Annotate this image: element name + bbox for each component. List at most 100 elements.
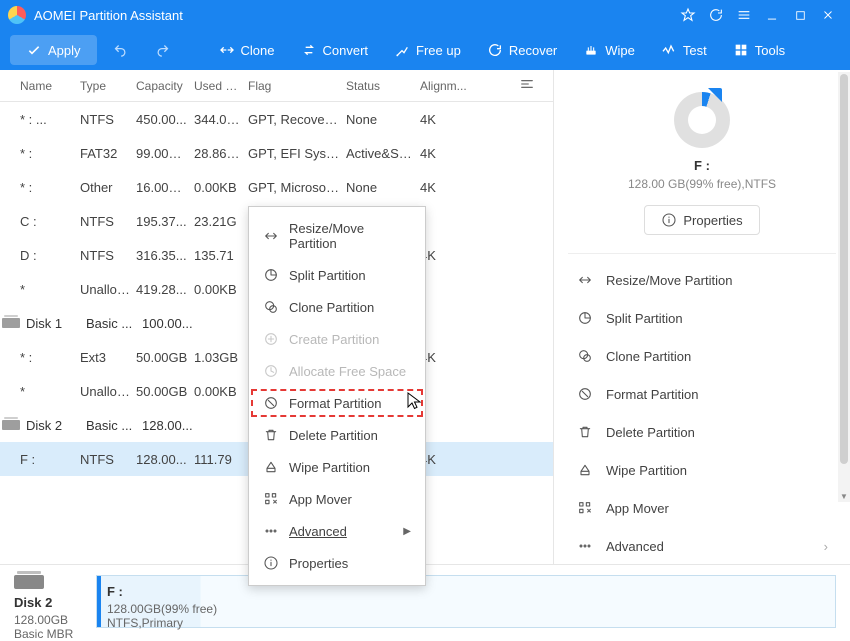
side-wipe[interactable]: Wipe Partition	[568, 452, 836, 488]
ctx-delete[interactable]: Delete Partition	[249, 419, 425, 451]
ctx-create: Create Partition	[249, 323, 425, 355]
ctx-appmover[interactable]: App Mover	[249, 483, 425, 515]
partition-title: F :	[107, 584, 825, 599]
side-actions: Resize/Move Partition Split Partition Cl…	[554, 262, 850, 564]
partition-line1: 128.00GB(99% free)	[107, 602, 825, 616]
check-icon	[26, 42, 42, 58]
ctx-wipe[interactable]: Wipe Partition	[249, 451, 425, 483]
apply-button[interactable]: Apply	[10, 35, 97, 65]
test-button[interactable]: Test	[651, 36, 717, 64]
table-row[interactable]: * :Other16.00MB0.00KBGPT, Microsoft ...N…	[0, 170, 553, 204]
tools-button[interactable]: Tools	[723, 36, 795, 64]
resize-icon	[576, 271, 594, 289]
freeup-icon	[394, 42, 410, 58]
wipe-partition-icon	[576, 461, 594, 479]
col-capacity[interactable]: Capacity	[136, 79, 194, 93]
properties-label: Properties	[683, 213, 742, 228]
disk-summary-card[interactable]: Disk 2 128.00GB Basic MBR	[14, 575, 84, 628]
favorite-button[interactable]	[674, 1, 702, 29]
freeup-label: Free up	[416, 43, 461, 58]
side-clone[interactable]: Clone Partition	[568, 338, 836, 374]
tools-icon	[733, 42, 749, 58]
side-panel: F : 128.00 GB(99% free),NTFS Properties …	[554, 70, 850, 564]
side-delete[interactable]: Delete Partition	[568, 414, 836, 450]
refresh-button[interactable]	[702, 1, 730, 29]
title-bar: AOMEI Partition Assistant	[0, 0, 850, 30]
ctx-advanced[interactable]: Advanced▶	[249, 515, 425, 547]
undo-icon	[113, 42, 129, 58]
clone-label: Clone	[241, 43, 275, 58]
recover-button[interactable]: Recover	[477, 36, 567, 64]
format-icon	[263, 395, 279, 411]
menu-button[interactable]	[730, 1, 758, 29]
info-icon	[263, 555, 279, 571]
table-row[interactable]: * :FAT3299.00MB28.86MBGPT, EFI Syste...A…	[0, 136, 553, 170]
context-menu: Resize/Move Partition Split Partition Cl…	[248, 206, 426, 586]
convert-icon	[301, 42, 317, 58]
scroll-down-icon[interactable]: ▼	[838, 490, 850, 502]
freeup-button[interactable]: Free up	[384, 36, 471, 64]
split-icon	[263, 267, 279, 283]
resize-icon	[263, 228, 279, 244]
disk-size: 128.00GB	[14, 613, 84, 627]
selected-drive-info: 128.00 GB(99% free),NTFS	[554, 177, 850, 191]
format-icon	[576, 385, 594, 403]
col-name[interactable]: Name	[20, 79, 80, 93]
close-button[interactable]	[814, 1, 842, 29]
side-format[interactable]: Format Partition	[568, 376, 836, 412]
recover-label: Recover	[509, 43, 557, 58]
side-split[interactable]: Split Partition	[568, 300, 836, 336]
redo-button[interactable]	[145, 36, 181, 64]
col-used[interactable]: Used S...	[194, 79, 248, 93]
side-advanced[interactable]: Advanced›	[568, 528, 836, 564]
side-resize[interactable]: Resize/Move Partition	[568, 262, 836, 298]
convert-button[interactable]: Convert	[291, 36, 379, 64]
clone-icon	[263, 299, 279, 315]
redo-icon	[155, 42, 171, 58]
maximize-button[interactable]	[786, 1, 814, 29]
disk-row-icon	[2, 420, 20, 430]
divider	[568, 253, 836, 254]
delete-icon	[263, 427, 279, 443]
app-logo-icon	[8, 6, 26, 24]
col-flag[interactable]: Flag	[248, 79, 346, 93]
test-label: Test	[683, 43, 707, 58]
ctx-resize[interactable]: Resize/Move Partition	[249, 213, 425, 259]
ctx-split[interactable]: Split Partition	[249, 259, 425, 291]
appmover-icon	[576, 499, 594, 517]
wipe-icon	[583, 42, 599, 58]
create-icon	[263, 331, 279, 347]
side-appmover[interactable]: App Mover	[568, 490, 836, 526]
wipe-button[interactable]: Wipe	[573, 36, 645, 64]
minimize-button[interactable]	[758, 1, 786, 29]
recover-icon	[487, 42, 503, 58]
vertical-scrollbar[interactable]: ▲ ▼	[838, 72, 850, 502]
wipe-icon	[263, 459, 279, 475]
pie-chart-icon	[674, 92, 730, 148]
submenu-arrow-icon: ▶	[403, 526, 411, 537]
ctx-clone[interactable]: Clone Partition	[249, 291, 425, 323]
ctx-properties[interactable]: Properties	[249, 547, 425, 579]
clone-icon	[219, 42, 235, 58]
column-settings-icon[interactable]	[519, 76, 541, 95]
col-status[interactable]: Status	[346, 79, 420, 93]
chevron-right-icon: ›	[824, 539, 828, 554]
scroll-thumb[interactable]	[840, 74, 848, 464]
col-align[interactable]: Alignm...	[420, 79, 476, 93]
ctx-format[interactable]: Format Partition	[249, 387, 425, 419]
col-type[interactable]: Type	[80, 79, 136, 93]
disk-icon	[14, 575, 44, 589]
properties-button[interactable]: Properties	[644, 205, 759, 235]
disk-row-icon	[2, 318, 20, 328]
table-row[interactable]: * : ...NTFS450.00...344.02...GPT, Recove…	[0, 102, 553, 136]
ctx-allocate: Allocate Free Space	[249, 355, 425, 387]
clone-partition-icon	[576, 347, 594, 365]
disk-title: Disk 2	[14, 595, 84, 610]
clone-button[interactable]: Clone	[209, 36, 285, 64]
dots-icon	[576, 537, 594, 555]
partition-map-card[interactable]: F : 128.00GB(99% free) NTFS,Primary	[96, 575, 836, 628]
tools-label: Tools	[755, 43, 785, 58]
wipe-label: Wipe	[605, 43, 635, 58]
allocate-icon	[263, 363, 279, 379]
undo-button[interactable]	[103, 36, 139, 64]
